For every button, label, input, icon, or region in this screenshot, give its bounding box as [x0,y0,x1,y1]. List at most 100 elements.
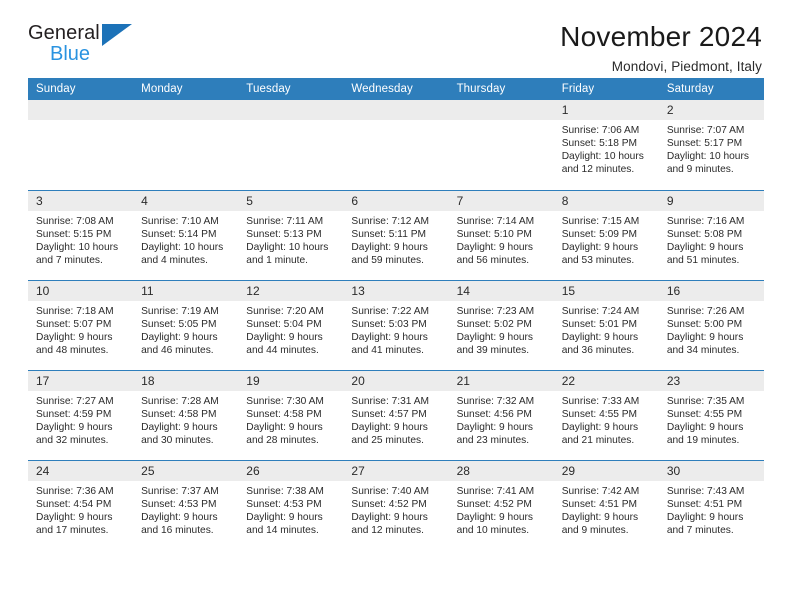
calendar-day-cell[interactable] [28,100,134,190]
day-number: 24 [28,460,134,481]
day-details: Sunrise: 7:35 AM Sunset: 4:55 PM Daylight:… [659,391,764,447]
daylight-text: Daylight: 9 hours and 14 minutes. [246,511,323,536]
calendar-day-cell[interactable]: 3 Sunrise: 7:08 AM Sunset: 5:15 PM Daylight… [28,189,134,280]
day-cell-inner: 20 Sunrise: 7:31 AM Sunset: 4:57 PM Dayligh… [343,370,449,460]
calendar-day-cell[interactable]: 11 Sunrise: 7:19 AM Sunset: 5:05 PM Dayligh… [133,279,239,370]
day-details: Sunrise: 7:33 AM Sunset: 4:55 PM Daylight:… [554,391,659,447]
day-details: Sunrise: 7:40 AM Sunset: 4:52 PM Daylight:… [343,481,448,537]
calendar-day-cell[interactable]: 24 Sunrise: 7:36 AM Sunset: 4:54 PM Dayligh… [28,459,134,550]
sunset-text: Sunset: 4:52 PM [456,498,532,510]
calendar-day-cell[interactable]: 28 Sunrise: 7:41 AM Sunset: 4:52 PM Dayligh… [448,459,554,550]
day-number: 29 [553,460,659,481]
day-details: Sunrise: 7:41 AM Sunset: 4:52 PM Daylight:… [449,481,554,537]
day-number [28,100,134,120]
calendar-day-cell[interactable]: 9 Sunrise: 7:16 AM Sunset: 5:08 PM Daylight… [658,189,764,280]
sunset-text: Sunset: 4:58 PM [246,408,322,420]
daylight-text: Daylight: 9 hours and 10 minutes. [456,511,534,536]
calendar-day-cell[interactable]: 22 Sunrise: 7:33 AM Sunset: 4:55 PM Dayligh… [553,369,659,460]
sunset-text: Sunset: 4:55 PM [561,408,638,420]
logo-text-general: General [28,22,100,44]
sunrise-text: Sunrise: 7:30 AM [246,395,324,407]
calendar-day-cell[interactable] [343,100,449,190]
daylight-text: Daylight: 9 hours and 34 minutes. [666,331,744,356]
calendar-day-cell[interactable]: 18 Sunrise: 7:28 AM Sunset: 4:58 PM Dayligh… [133,369,239,460]
calendar-day-cell[interactable] [238,100,344,190]
sunrise-text: Sunrise: 7:36 AM [36,485,114,497]
sunset-text: Sunset: 5:04 PM [246,318,322,330]
calendar-day-cell[interactable]: 14 Sunrise: 7:23 AM Sunset: 5:02 PM Dayligh… [448,279,554,370]
calendar-day-cell[interactable]: 26 Sunrise: 7:38 AM Sunset: 4:53 PM Dayligh… [238,459,344,551]
calendar-day-cell[interactable]: 1 Sunrise: 7:06 AM Sunset: 5:18 PM Daylight… [553,100,659,190]
calendar-day-cell[interactable]: 27 Sunrise: 7:40 AM Sunset: 4:52 PM Dayligh… [343,459,449,550]
calendar-day-cell[interactable]: 15 Sunrise: 7:24 AM Sunset: 5:01 PM Dayligh… [553,279,659,370]
sunrise-text: Sunrise: 7:07 AM [666,125,745,136]
calendar-day-cell[interactable]: 13 Sunrise: 7:22 AM Sunset: 5:03 PM Dayligh… [343,279,449,370]
day-details: Sunrise: 7:32 AM Sunset: 4:56 PM Daylight:… [449,391,554,447]
day-cell-inner: 10 Sunrise: 7:18 AM Sunset: 5:07 PM Dayligh… [28,280,134,370]
day-number: 28 [448,460,554,481]
day-number [448,100,554,120]
day-details: Sunrise: 7:37 AM Sunset: 4:53 PM Daylight:… [133,481,238,537]
day-details: Sunrise: 7:12 AM Sunset: 5:11 PM Daylight:… [343,211,448,267]
calendar-day-cell[interactable] [448,100,554,190]
calendar-week-row: 10 Sunrise: 7:18 AM Sunset: 5:07 PM Dayligh… [28,279,764,370]
day-number: 3 [28,190,134,211]
sunset-text: Sunset: 5:03 PM [351,318,427,330]
sunset-text: Sunset: 5:00 PM [666,318,743,330]
sunset-text: Sunset: 4:58 PM [141,408,217,420]
day-cell-inner [343,100,449,190]
calendar-day-cell[interactable]: 10 Sunrise: 7:18 AM Sunset: 5:07 PM Dayligh… [28,279,134,370]
calendar-day-cell[interactable]: 30 Sunrise: 7:43 AM Sunset: 4:51 PM Dayligh… [658,459,764,550]
calendar-day-cell[interactable] [133,100,239,190]
day-cell-inner: 22 Sunrise: 7:33 AM Sunset: 4:55 PM Dayligh… [553,370,659,460]
calendar-day-cell[interactable]: 16 Sunrise: 7:26 AM Sunset: 5:00 PM Dayligh… [658,279,764,370]
weekday-header-cell: Tuesday [238,78,344,100]
day-number: 14 [448,280,554,301]
day-cell-inner: 13 Sunrise: 7:22 AM Sunset: 5:03 PM Dayligh… [343,280,449,370]
day-cell-inner: 11 Sunrise: 7:19 AM Sunset: 5:05 PM Dayligh… [133,280,239,370]
calendar-day-cell[interactable]: 12 Sunrise: 7:20 AM Sunset: 5:04 PM Dayligh… [238,279,344,370]
day-number: 19 [238,370,344,391]
calendar-day-cell[interactable]: 8 Sunrise: 7:15 AM Sunset: 5:09 PM Daylight… [553,189,659,280]
calendar-day-cell[interactable]: 4 Sunrise: 7:10 AM Sunset: 5:14 PM Daylight… [133,189,239,280]
calendar-day-cell[interactable]: 25 Sunrise: 7:37 AM Sunset: 4:53 PM Dayligh… [133,459,239,550]
day-details: Sunrise: 7:42 AM Sunset: 4:51 PM Daylight:… [554,481,659,537]
day-number [133,100,239,120]
daylight-text: Daylight: 9 hours and 46 minutes. [141,331,218,356]
sunset-text: Sunset: 5:05 PM [141,318,217,330]
day-number: 22 [553,370,659,391]
calendar-day-cell[interactable]: 5 Sunrise: 7:11 AM Sunset: 5:13 PM Daylight… [238,189,344,280]
day-details: Sunrise: 7:31 AM Sunset: 4:57 PM Daylight:… [343,391,448,447]
calendar-day-cell[interactable]: 2 Sunrise: 7:07 AM Sunset: 5:17 PM Daylight… [658,100,764,190]
calendar-day-cell[interactable]: 23 Sunrise: 7:35 AM Sunset: 4:55 PM Dayligh… [658,369,764,460]
sunrise-text: Sunrise: 7:37 AM [141,485,219,497]
generalblue-logo: General Blue [28,22,146,70]
day-number: 26 [238,460,344,481]
day-cell-inner: 26 Sunrise: 7:38 AM Sunset: 4:53 PM Dayligh… [238,460,344,551]
calendar-day-cell[interactable]: 17 Sunrise: 7:27 AM Sunset: 4:59 PM Dayligh… [28,369,134,460]
day-cell-inner: 5 Sunrise: 7:11 AM Sunset: 5:13 PM Daylight… [238,190,344,280]
sunset-text: Sunset: 4:51 PM [561,498,638,510]
day-details: Sunrise: 7:26 AM Sunset: 5:00 PM Daylight:… [659,301,764,357]
sunset-text: Sunset: 5:11 PM [351,228,426,240]
day-number: 6 [343,190,449,211]
calendar-day-cell[interactable]: 20 Sunrise: 7:31 AM Sunset: 4:57 PM Dayligh… [343,369,449,460]
calendar-header-row: Sunday Monday Tuesday Wednesday Thursday Frid… [28,78,764,100]
daylight-text: Daylight: 9 hours and 19 minutes. [666,421,744,446]
calendar-day-cell[interactable]: 6 Sunrise: 7:12 AM Sunset: 5:11 PM Daylight… [343,189,449,280]
calendar-day-cell[interactable]: 21 Sunrise: 7:32 AM Sunset: 4:56 PM Dayligh… [448,369,554,460]
daylight-text: Daylight: 9 hours and 32 minutes. [36,421,113,446]
daylight-text: Daylight: 9 hours and 25 minutes. [351,421,428,446]
day-number: 30 [658,460,764,481]
weekday-header-cell: Friday [553,78,659,100]
day-number: 2 [658,100,764,120]
sunrise-text: Sunrise: 7:15 AM [561,215,640,227]
calendar-day-cell[interactable]: 7 Sunrise: 7:14 AM Sunset: 5:10 PM Daylight… [448,189,554,280]
day-cell-inner: 8 Sunrise: 7:15 AM Sunset: 5:09 PM Daylight… [553,190,659,280]
calendar-body: 1 Sunrise: 7:06 AM Sunset: 5:18 PM Daylight… [28,100,764,550]
calendar-day-cell[interactable]: 19 Sunrise: 7:30 AM Sunset: 4:58 PM Dayligh… [238,369,344,460]
day-details: Sunrise: 7:24 AM Sunset: 5:01 PM Daylight:… [554,301,659,357]
daylight-text: Daylight: 9 hours and 12 minutes. [351,511,428,536]
calendar-day-cell[interactable]: 29 Sunrise: 7:42 AM Sunset: 4:51 PM Dayligh… [553,459,659,550]
day-cell-inner: 1 Sunrise: 7:06 AM Sunset: 5:18 PM Daylight… [553,100,659,190]
